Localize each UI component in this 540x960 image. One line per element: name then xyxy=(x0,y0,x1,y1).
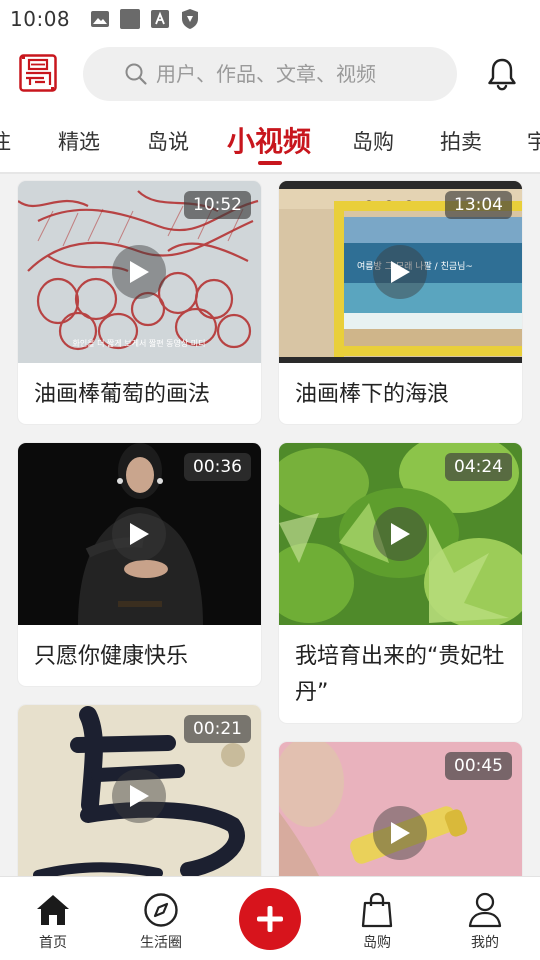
tab-partial-right[interactable]: 宇 xyxy=(527,126,540,156)
shopping-bag-icon xyxy=(358,891,396,929)
header xyxy=(0,38,540,110)
status-bar: 10:08 xyxy=(0,0,540,38)
plus-icon xyxy=(257,906,283,932)
bottom-nav: 首页 生活圈 岛购 我的 xyxy=(0,876,540,960)
video-duration: 00:21 xyxy=(184,715,251,743)
search-input[interactable] xyxy=(156,62,416,86)
active-tab-indicator xyxy=(258,161,282,165)
nav-life-circle-label: 生活圈 xyxy=(140,935,182,951)
video-thumbnail[interactable]: 00:45 xyxy=(279,742,522,876)
gallery-icon xyxy=(90,9,110,29)
square-icon xyxy=(120,9,141,29)
font-a-icon xyxy=(150,9,170,29)
play-icon[interactable] xyxy=(373,507,427,561)
video-card[interactable]: 화인을 더 짧게 보게서 짧편 동영상 미디 10:52 油画棒葡萄的画法 xyxy=(18,181,261,424)
nav-island-shop[interactable]: 岛购 xyxy=(332,877,422,960)
play-icon[interactable] xyxy=(112,507,166,561)
category-tabs: 注 精选 岛说 小视频 岛购 拍卖 宇 xyxy=(0,110,540,174)
nav-mine[interactable]: 我的 xyxy=(440,877,530,960)
video-thumbnail[interactable]: 00:21 xyxy=(18,705,261,876)
dao-seal-logo-icon[interactable] xyxy=(19,54,57,92)
video-title[interactable]: 油画棒葡萄的画法 xyxy=(18,363,261,413)
video-duration: 00:45 xyxy=(445,752,512,780)
video-title[interactable]: 油画棒下的海浪 xyxy=(279,363,522,413)
tab-island-talk[interactable]: 岛说 xyxy=(147,126,189,156)
home-icon xyxy=(34,891,72,929)
search-box[interactable] xyxy=(83,47,457,101)
video-thumbnail[interactable]: 04:24 xyxy=(279,443,522,625)
video-card[interactable]: 여름방 그 모래 나팔 / 친금님~ 13:04 油画棒下的海浪 xyxy=(279,181,522,424)
tab-auction[interactable]: 拍卖 xyxy=(440,126,482,156)
nav-home-label: 首页 xyxy=(39,935,67,951)
nav-life-circle[interactable]: 生活圈 xyxy=(116,877,206,960)
video-duration: 10:52 xyxy=(184,191,251,219)
tab-short-video[interactable]: 小视频 xyxy=(227,120,311,160)
compass-icon xyxy=(142,891,180,929)
video-card[interactable]: 00:45 xyxy=(279,742,522,876)
video-card[interactable]: 00:36 只愿你健康快乐 xyxy=(18,443,261,686)
search-icon xyxy=(124,62,148,86)
tab-partial-left[interactable]: 注 xyxy=(0,126,11,156)
nav-island-shop-label: 岛购 xyxy=(363,935,391,951)
video-duration: 00:36 xyxy=(184,453,251,481)
tab-island-shop[interactable]: 岛购 xyxy=(352,126,394,156)
video-title[interactable]: 我培育出来的“贵妃牡丹” xyxy=(279,625,522,711)
video-card[interactable]: 00:21 xyxy=(18,705,261,876)
tab-featured[interactable]: 精选 xyxy=(58,126,100,156)
play-icon[interactable] xyxy=(112,769,166,823)
play-icon[interactable] xyxy=(112,245,166,299)
bell-icon[interactable] xyxy=(486,57,518,91)
thumbnail-caption: 화인을 더 짧게 보게서 짧편 동영상 미디 xyxy=(72,338,205,348)
video-thumbnail[interactable]: 화인을 더 짧게 보게서 짧편 동영상 미디 10:52 xyxy=(18,181,261,363)
video-feed: 화인을 더 짧게 보게서 짧편 동영상 미디 10:52 油画棒葡萄的画法 여름… xyxy=(0,174,540,876)
status-icons xyxy=(90,9,200,29)
nav-mine-label: 我的 xyxy=(471,935,499,951)
user-icon xyxy=(466,891,504,929)
video-duration: 04:24 xyxy=(445,453,512,481)
play-icon[interactable] xyxy=(373,245,427,299)
nav-home[interactable]: 首页 xyxy=(8,877,98,960)
video-duration: 13:04 xyxy=(445,191,512,219)
status-time: 10:08 xyxy=(10,7,71,31)
post-button[interactable] xyxy=(239,888,301,950)
video-thumbnail[interactable]: 00:36 xyxy=(18,443,261,625)
play-icon[interactable] xyxy=(373,806,427,860)
video-title[interactable]: 只愿你健康快乐 xyxy=(18,625,261,675)
video-thumbnail[interactable]: 여름방 그 모래 나팔 / 친금님~ 13:04 xyxy=(279,181,522,363)
video-card[interactable]: 04:24 我培育出来的“贵妃牡丹” xyxy=(279,443,522,723)
shield-icon xyxy=(180,9,200,29)
